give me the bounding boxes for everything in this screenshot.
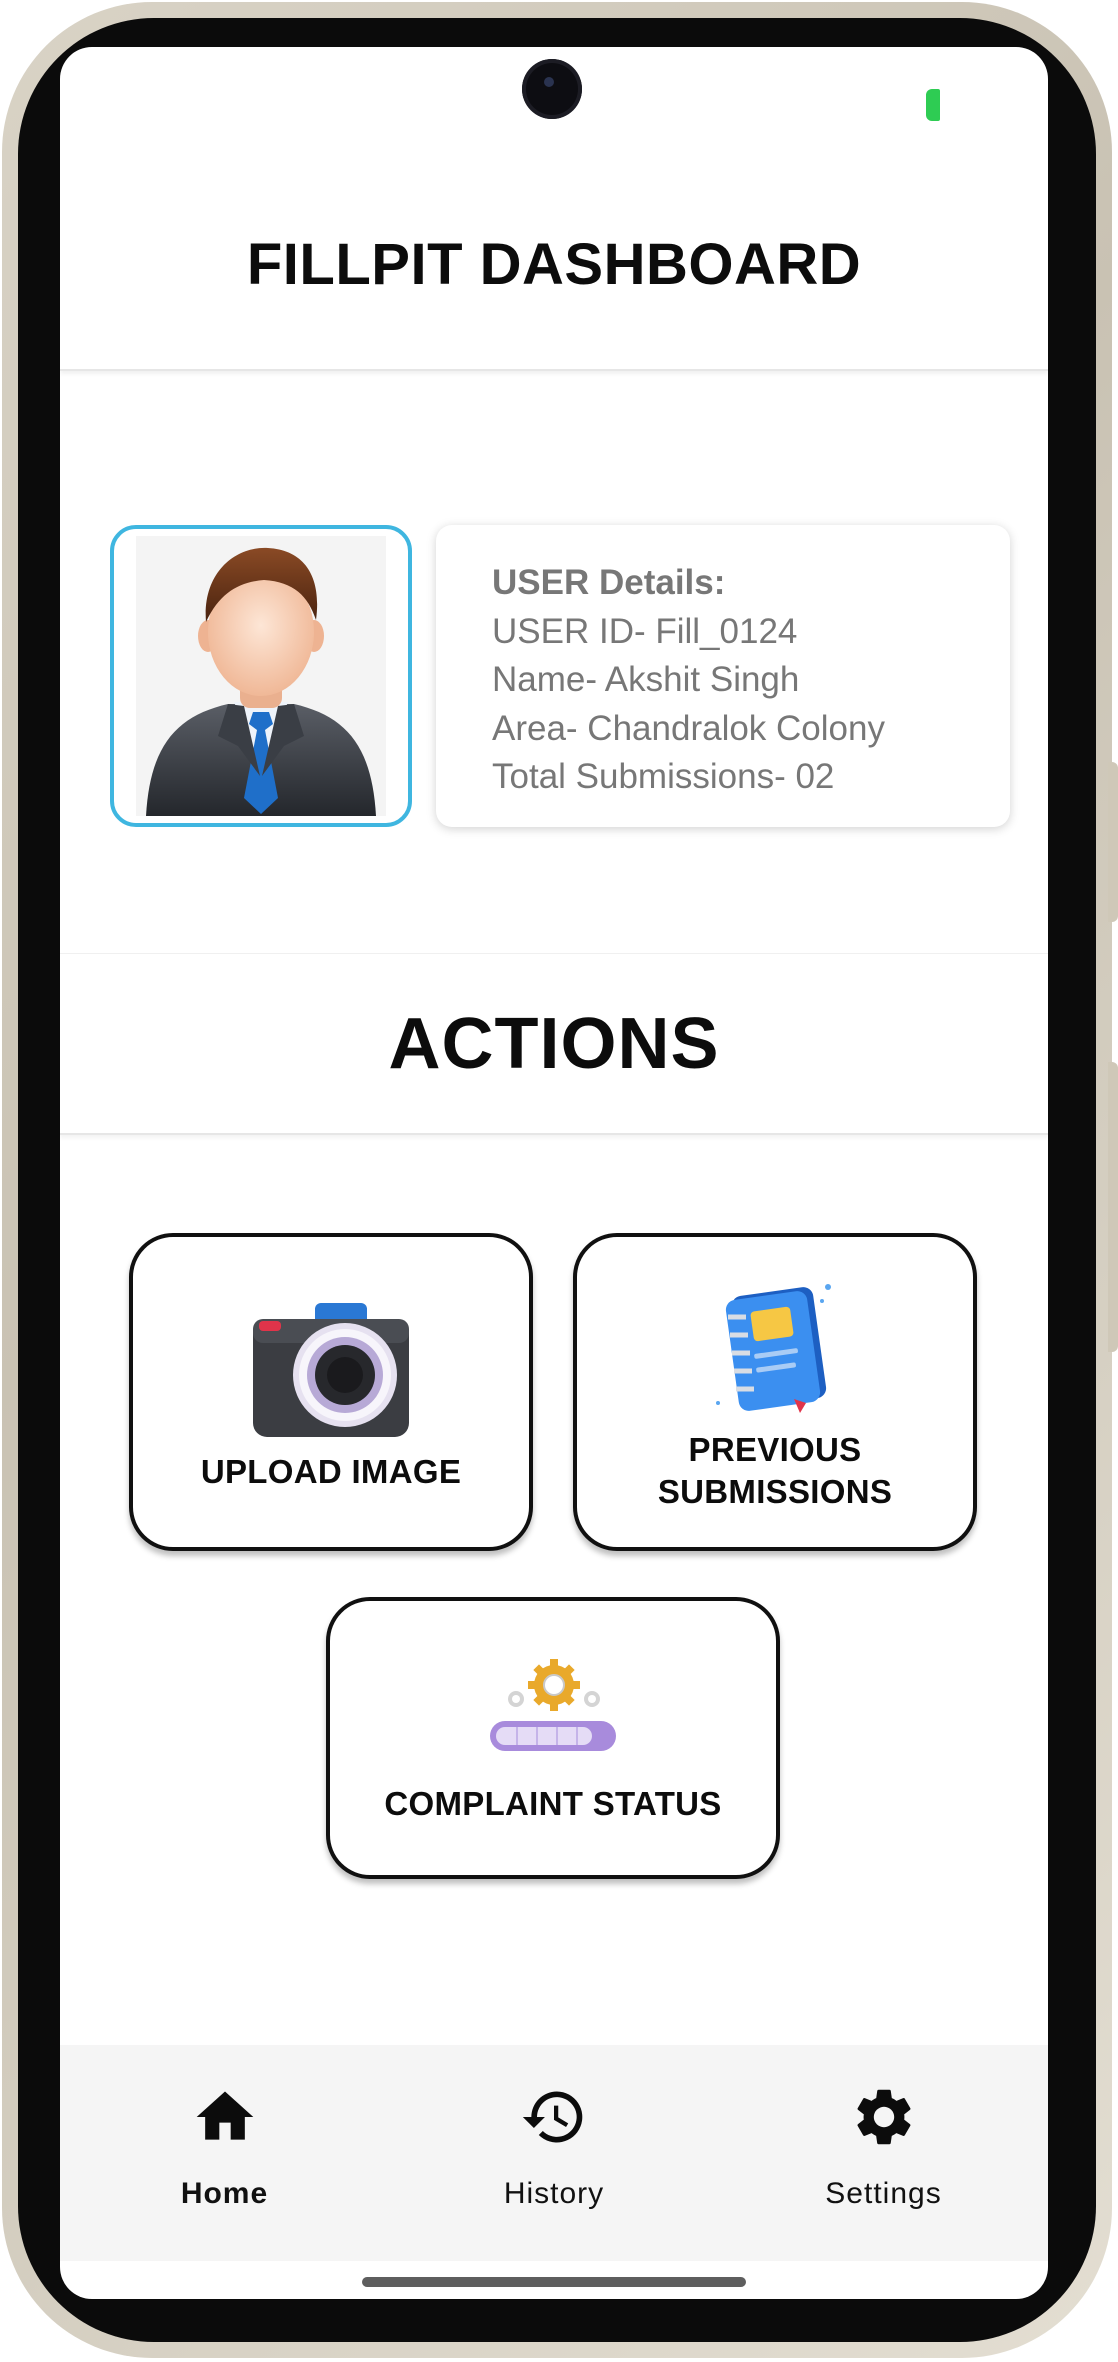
page-title: FILLPIT DASHBOARD bbox=[246, 231, 862, 297]
battery-icon bbox=[926, 89, 940, 121]
user-details-card: USER Details: USER ID- Fill_0124 Name- A… bbox=[436, 525, 1010, 827]
user-id: USER ID- Fill_0124 bbox=[492, 611, 798, 651]
upload-image-label: UPLOAD IMAGE bbox=[200, 1453, 462, 1490]
nav-item-settings[interactable]: Settings bbox=[719, 2045, 1048, 2261]
nav-item-history[interactable]: History bbox=[390, 2045, 719, 2261]
previous-submissions-button[interactable]: PREVIOUS SUBMISSIONS bbox=[573, 1233, 977, 1551]
complaint-status-button[interactable]: COMPLAINT STATUS bbox=[326, 1597, 780, 1879]
home-indicator[interactable] bbox=[362, 2277, 746, 2287]
gear-icon bbox=[857, 2089, 910, 2145]
progress-gears-icon bbox=[490, 1659, 616, 1751]
volume-button bbox=[1108, 762, 1118, 922]
nav-label-settings: Settings bbox=[825, 2177, 942, 2210]
power-button bbox=[1108, 1062, 1118, 1352]
actions-title: ACTIONS bbox=[388, 1003, 720, 1084]
user-name: Name- Akshit Singh bbox=[492, 660, 800, 699]
bottom-navigation: Home History Settings bbox=[60, 2045, 1048, 2261]
home-icon bbox=[196, 2091, 253, 2140]
camera-icon bbox=[253, 1303, 409, 1437]
nav-label-home: Home bbox=[180, 2177, 269, 2210]
user-details-title: USER Details: bbox=[492, 563, 726, 602]
nav-label-history: History bbox=[503, 2177, 605, 2210]
user-area: Area- Chandralok Colony bbox=[492, 708, 885, 748]
nav-item-home[interactable]: Home bbox=[60, 2045, 389, 2261]
notebook-icon bbox=[716, 1284, 831, 1413]
previous-submissions-label: PREVIOUS SUBMISSIONS bbox=[657, 1431, 893, 1510]
actions-section-header: ACTIONS bbox=[60, 953, 1048, 1135]
upload-image-button[interactable]: UPLOAD IMAGE bbox=[129, 1233, 533, 1551]
businessman-avatar-icon bbox=[136, 536, 386, 816]
front-camera bbox=[522, 59, 582, 119]
app-header: FILLPIT DASHBOARD bbox=[60, 167, 1048, 371]
user-total-submissions: Total Submissions- 02 bbox=[492, 757, 835, 796]
user-avatar-card bbox=[110, 525, 412, 827]
history-icon bbox=[522, 2091, 583, 2143]
app-screen: FILLPIT DASHBOARD USER Details: USER ID-… bbox=[60, 47, 1048, 2299]
complaint-status-label: COMPLAINT STATUS bbox=[384, 1785, 722, 1822]
